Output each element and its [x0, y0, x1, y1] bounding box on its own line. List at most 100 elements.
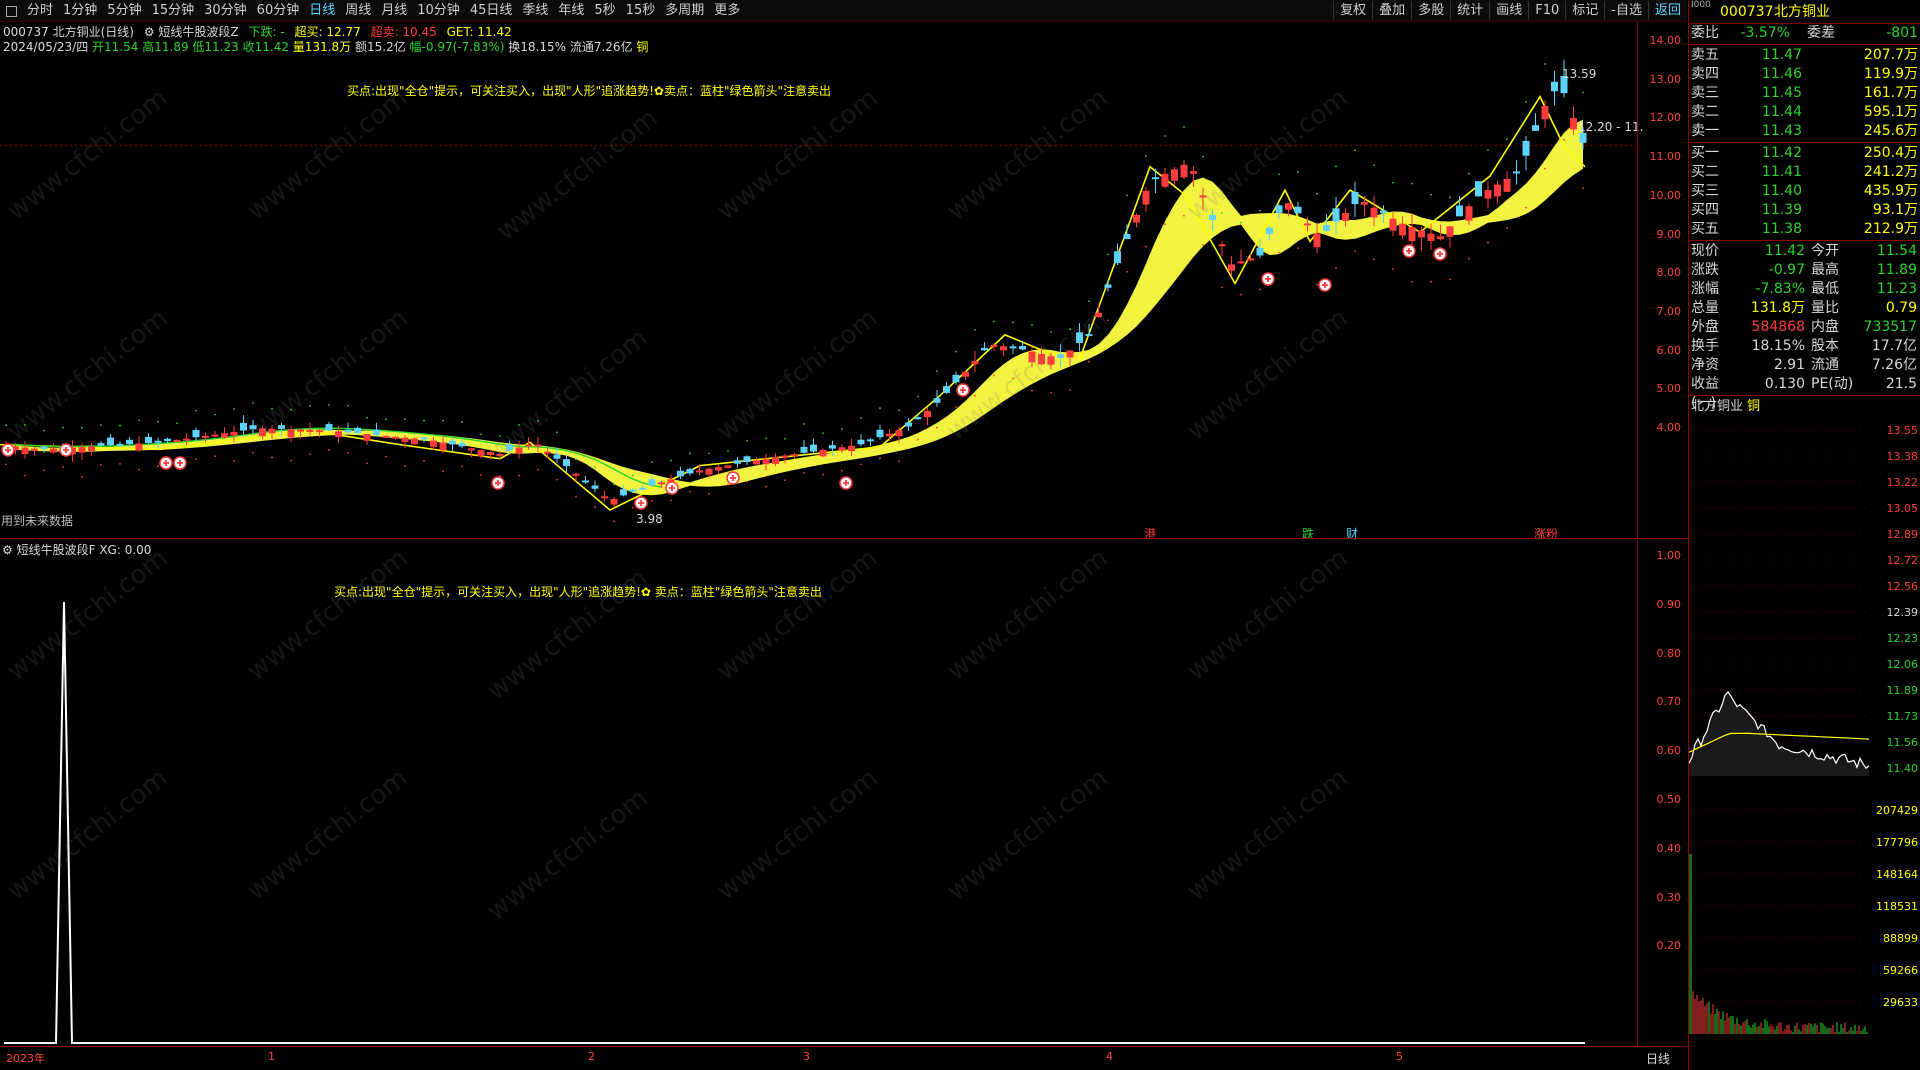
stat-label: 今开	[1811, 243, 1839, 259]
buy-signal-marker	[173, 456, 187, 470]
period-label[interactable]: 日线	[1646, 1050, 1670, 1067]
period-tab[interactable]: 年线	[553, 3, 589, 19]
support-dot	[1012, 377, 1014, 380]
candle	[173, 439, 181, 442]
overlay-button[interactable]: 叠加	[1372, 1, 1411, 20]
support-dot	[1449, 278, 1451, 281]
candle	[1009, 344, 1017, 355]
candle-body	[1399, 223, 1406, 236]
candle-body	[335, 431, 342, 438]
sub-indicator-name[interactable]: 短线牛股波段F	[17, 543, 96, 557]
candle-body	[354, 427, 361, 434]
candle-body	[468, 448, 475, 451]
stat-label: 收益(一)	[1691, 376, 1719, 411]
candle-body	[173, 439, 181, 442]
stats-button[interactable]: 统计	[1450, 1, 1489, 20]
mini-y-tick: 13.05	[1887, 502, 1919, 515]
resistance-dot	[62, 426, 64, 429]
order-level: 卖五	[1691, 47, 1719, 63]
resistance-dot	[214, 413, 216, 416]
event-marker[interactable]: 涨粉	[1534, 525, 1558, 542]
resistance-dot	[632, 474, 634, 477]
favorite-button[interactable]: -自选	[1604, 1, 1648, 20]
support-dot	[1430, 280, 1432, 283]
period-tab[interactable]: 周线	[340, 3, 376, 19]
order-book-row: 卖四 11.46 119.9万	[1689, 65, 1920, 84]
candle	[363, 433, 371, 446]
period-tab[interactable]: 5秒	[589, 3, 620, 19]
candle-body	[164, 438, 171, 442]
period-tab[interactable]: 多周期	[660, 3, 709, 19]
y-tick: 7.00	[1656, 304, 1682, 318]
quote-title: I000 000737 北方铜业	[1689, 0, 1920, 24]
candle-body	[439, 442, 447, 451]
period-tab[interactable]: 60分钟	[252, 3, 305, 19]
order-price: 11.38	[1761, 221, 1802, 237]
resistance-dot	[708, 452, 710, 455]
candle	[88, 443, 95, 456]
event-marker[interactable]: 港	[1144, 525, 1156, 542]
event-marker[interactable]: 财	[1346, 525, 1358, 542]
candle-body	[1076, 332, 1083, 344]
event-marker[interactable]: 跌	[1302, 525, 1314, 542]
support-dot	[1164, 223, 1166, 226]
period-tab[interactable]: 月线	[376, 3, 412, 19]
oversold-label: 超卖: 10.45	[370, 25, 437, 39]
candle-body	[1389, 218, 1397, 231]
adjust-button[interactable]: 复权	[1333, 1, 1372, 20]
resistance-dot	[1354, 149, 1356, 152]
support-dot	[100, 464, 102, 466]
candle	[810, 438, 817, 455]
period-tab-daily[interactable]: 日线	[304, 3, 340, 19]
more-menu[interactable]: 更多	[709, 3, 745, 19]
stat-value: 11.54	[1876, 243, 1917, 259]
period-tab[interactable]: 10分钟	[412, 3, 465, 19]
intraday-chart[interactable]: 13.55 13.38 13.22 13.05 12.89 12.72 12.56 12.39…	[1689, 416, 1920, 1056]
period-tab[interactable]: 15分钟	[147, 3, 200, 19]
candle-body	[857, 439, 865, 445]
f10-button[interactable]: F10	[1528, 1, 1565, 20]
support-dot	[1354, 250, 1356, 253]
indicator-gear-icon[interactable]: ⚙	[2, 543, 13, 557]
period-tab[interactable]: 1分钟	[58, 3, 102, 19]
mini-vol-tick: 88899	[1883, 932, 1918, 945]
indicator-name[interactable]: 短线牛股波段Z	[158, 25, 238, 39]
period-tab[interactable]: 30分钟	[199, 3, 252, 19]
candle	[1484, 181, 1492, 208]
resistance-dot	[233, 408, 235, 410]
mark-button[interactable]: 标记	[1565, 1, 1604, 20]
candle-body	[743, 456, 751, 463]
candlestick-chart[interactable]	[0, 40, 1637, 538]
period-tab[interactable]: 分时	[22, 3, 58, 19]
candle-body	[50, 448, 57, 453]
support-dot	[632, 506, 634, 509]
indicator-gear-icon[interactable]: ⚙	[144, 25, 155, 39]
order-volume: 250.4万	[1863, 145, 1918, 161]
resistance-dot	[670, 459, 672, 462]
candle-body	[135, 443, 143, 451]
period-tab[interactable]: 45日线	[465, 3, 518, 19]
resistance-dot	[1069, 328, 1071, 331]
y-tick: 13.00	[1649, 72, 1682, 86]
period-tab[interactable]: 5分钟	[102, 3, 146, 19]
candle-body	[496, 453, 504, 456]
support-dot	[1487, 241, 1489, 244]
buy-signal-marker	[1433, 247, 1447, 261]
candle-body	[610, 499, 618, 505]
stat-label: 量比	[1811, 300, 1839, 316]
period-tab[interactable]: 15秒	[621, 3, 661, 19]
resistance-dot	[575, 458, 577, 461]
candle-body	[268, 428, 276, 434]
order-level: 卖三	[1691, 85, 1719, 101]
xg-signal-chart[interactable]	[0, 556, 1637, 1045]
checkbox-icon[interactable]	[6, 6, 17, 17]
draw-line-button[interactable]: 画线	[1489, 1, 1528, 20]
support-dot	[765, 485, 767, 488]
back-button[interactable]: 返回	[1647, 1, 1687, 20]
period-tab[interactable]: 季线	[517, 3, 553, 19]
candle-body	[1123, 234, 1131, 240]
candle-body	[1427, 233, 1435, 241]
candle	[1247, 252, 1254, 262]
multi-stock-button[interactable]: 多股	[1411, 1, 1450, 20]
resistance-dot	[594, 466, 596, 468]
